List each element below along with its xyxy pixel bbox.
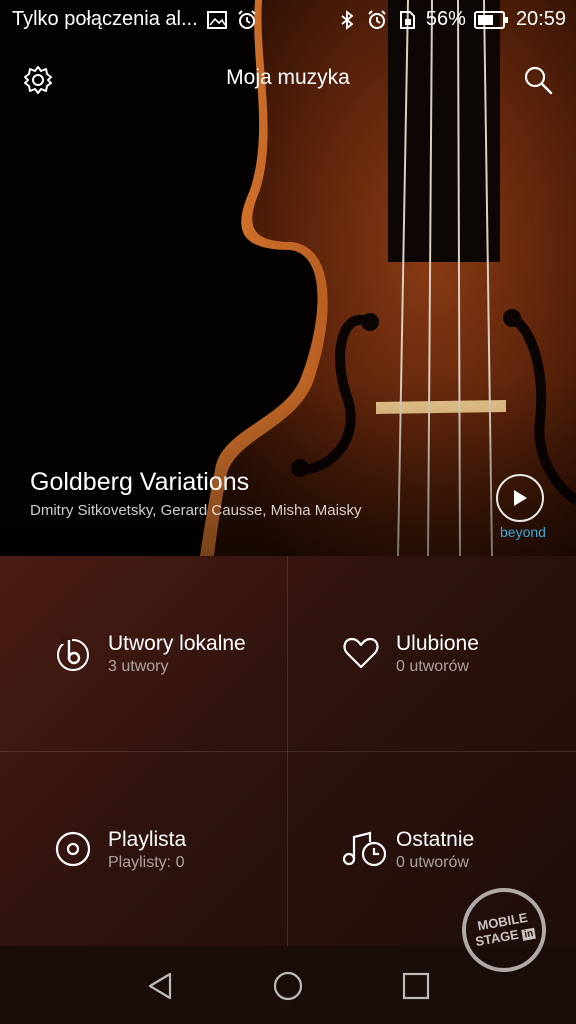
album-artists: Dmitry Sitkovetsky, Gerard Causse, Misha… [30, 502, 362, 519]
recent-music-icon [342, 831, 387, 867]
tile-title: Ostatnie [396, 828, 475, 851]
search-button[interactable] [518, 60, 558, 100]
library-grid: Utwory lokalne 3 utwory Ulubione 0 utwor… [0, 556, 576, 946]
tile-title: Ulubione [396, 632, 479, 655]
favorites-tile[interactable]: Ulubione 0 utworów [288, 556, 575, 751]
heart-icon [343, 637, 379, 669]
battery-percent: 56% [425, 8, 466, 30]
alarm-icon [368, 9, 386, 29]
back-button[interactable] [140, 966, 180, 1006]
alarm-icon [237, 9, 256, 29]
tile-subtitle: Playlisty: 0 [108, 854, 185, 871]
clock: 20:59 [515, 8, 566, 30]
search-icon [524, 66, 553, 95]
playlists-tile[interactable]: Playlista Playlisty: 0 [0, 752, 287, 947]
watermark-badge: in [521, 927, 537, 941]
image-icon [206, 10, 227, 29]
tile-title: Playlista [108, 828, 187, 851]
status-bar: Tylko połączenia al... 56% 20:59 [0, 0, 576, 40]
notification-text: Tylko połączenia al... [12, 8, 198, 30]
brand-logo: beyond [500, 524, 546, 540]
tile-subtitle: 0 utworów [396, 658, 469, 675]
page-title: Moja muzyka [226, 66, 350, 89]
album-title[interactable]: Goldberg Variations [30, 468, 249, 497]
home-button[interactable] [268, 966, 308, 1006]
home-icon [273, 971, 303, 1001]
tile-subtitle: 3 utwory [108, 658, 169, 675]
play-icon [514, 490, 527, 506]
local-songs-icon [57, 636, 89, 671]
battery-icon [473, 10, 508, 29]
tile-title: Utwory lokalne [108, 632, 246, 655]
back-icon [148, 972, 172, 1000]
sim-icon [399, 10, 415, 29]
app-bar: Moja muzyka [0, 52, 576, 108]
disc-icon [55, 831, 91, 867]
recents-icon [402, 972, 430, 1000]
recents-button[interactable] [396, 966, 436, 1006]
local-songs-tile[interactable]: Utwory lokalne 3 utwory [0, 556, 287, 751]
bluetooth-icon [341, 9, 354, 30]
play-button[interactable] [496, 474, 544, 522]
tile-subtitle: 0 utworów [396, 854, 469, 871]
